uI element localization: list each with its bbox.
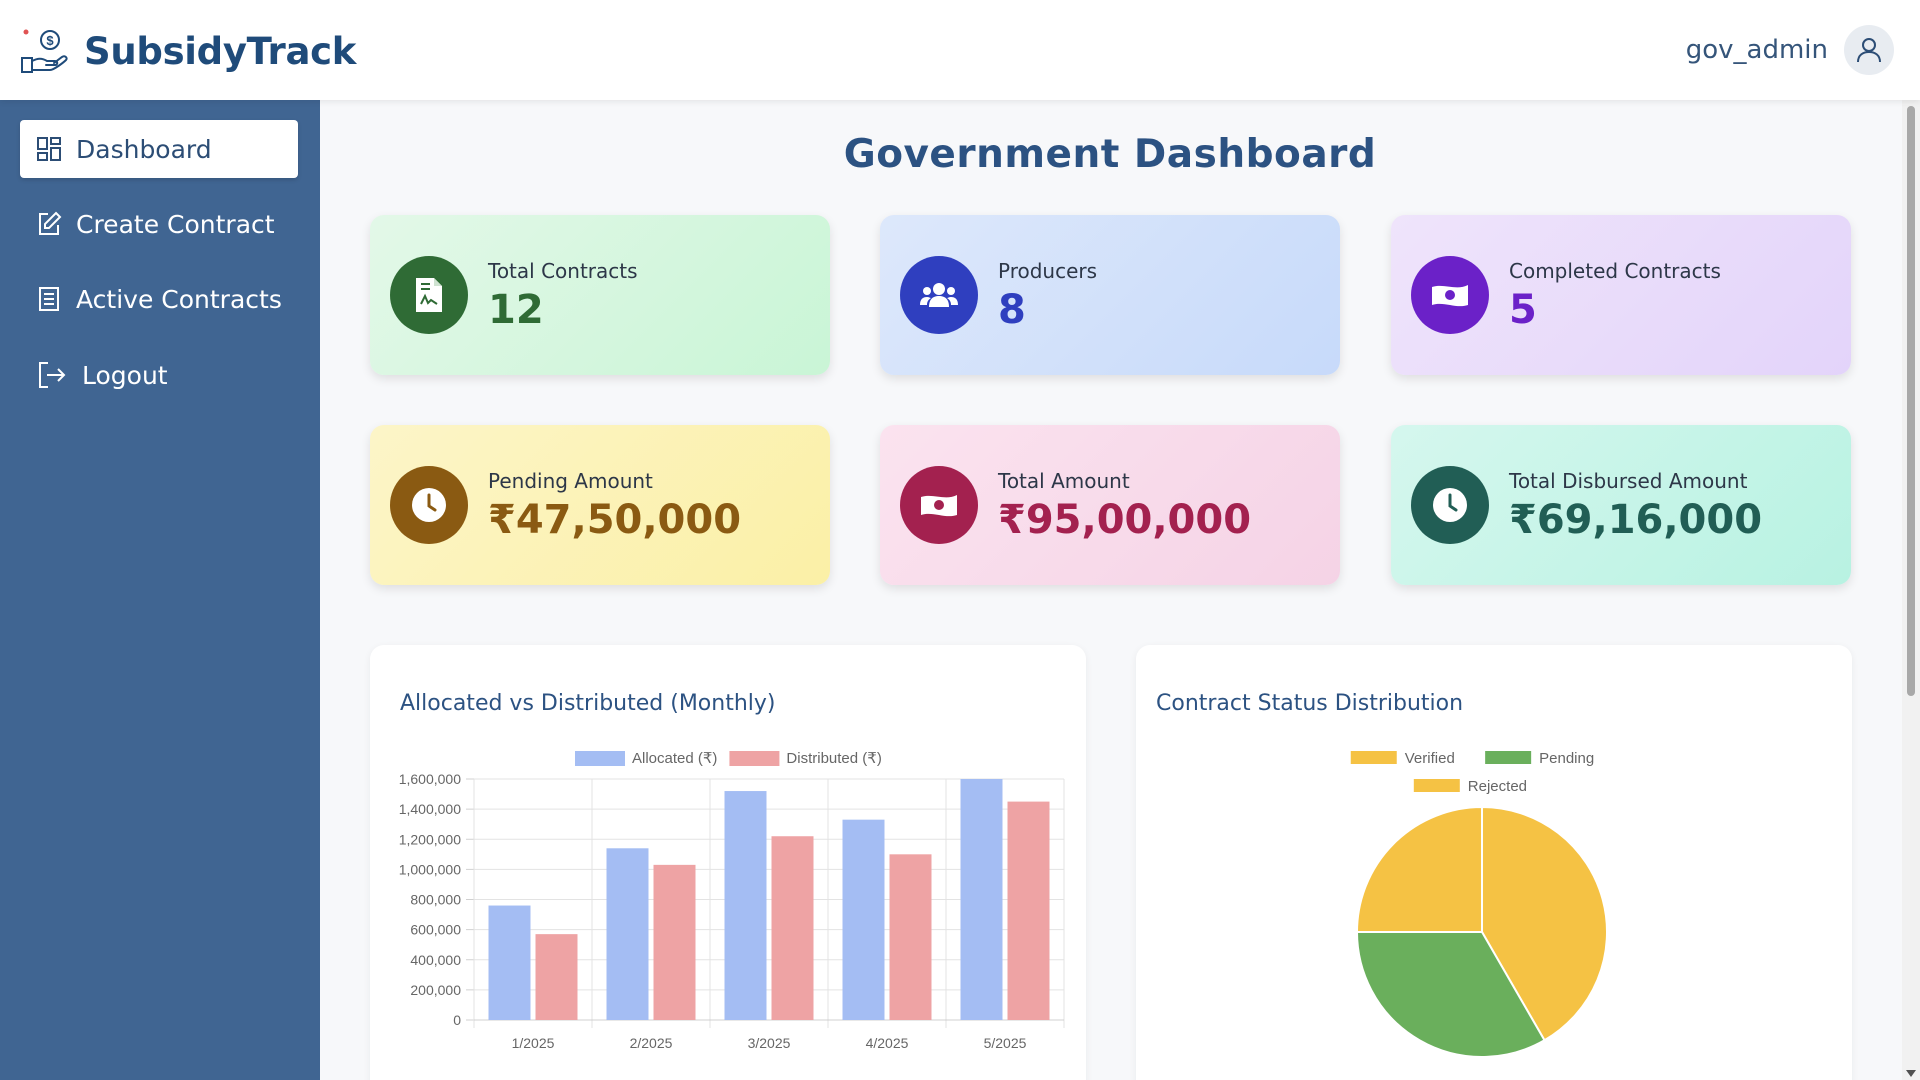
document-list-icon bbox=[39, 287, 59, 311]
stat-value: ₹69,16,000 bbox=[1509, 497, 1763, 543]
money-bill-icon bbox=[900, 466, 978, 544]
bar-distributed bbox=[771, 836, 814, 1020]
bar-allocated bbox=[606, 848, 649, 1020]
y-tick-label: 400,000 bbox=[410, 952, 461, 968]
legend-label: Pending bbox=[1539, 750, 1594, 767]
stat-value: ₹47,50,000 bbox=[488, 497, 742, 543]
x-tick-label: 5/2025 bbox=[984, 1035, 1027, 1051]
edit-icon bbox=[39, 211, 62, 235]
sidebar-item-label: Logout bbox=[82, 360, 168, 390]
bar-distributed bbox=[535, 934, 578, 1020]
stat-card-producers: Producers 8 bbox=[880, 215, 1340, 375]
user-menu[interactable]: gov_admin bbox=[1686, 25, 1894, 75]
money-bill-icon bbox=[1411, 256, 1489, 334]
scrollbar-thumb[interactable] bbox=[1907, 106, 1915, 696]
legend-swatch bbox=[1413, 779, 1460, 792]
clock-icon bbox=[1411, 466, 1489, 544]
bar-chart: Allocated (₹) Distributed (₹) 0 200,000 400,… bbox=[399, 750, 1065, 1051]
stat-card-total-disbursed: Total Disbursed Amount ₹69,16,000 bbox=[1391, 425, 1851, 585]
sidebar-item-label: Dashboard bbox=[76, 134, 212, 164]
top-bar: $ SubsidyTrack gov_admin bbox=[0, 0, 1920, 100]
y-tick-label: 1,000,000 bbox=[399, 861, 461, 877]
app-name: SubsidyTrack bbox=[84, 29, 357, 73]
y-tick-label: 1,600,000 bbox=[399, 771, 461, 787]
page-scrollbar[interactable] bbox=[1902, 100, 1920, 1080]
bar-allocated bbox=[842, 819, 885, 1020]
hand-money-icon: $ bbox=[21, 29, 68, 73]
stat-label: Total Contracts bbox=[488, 259, 638, 283]
sidebar-item-logout[interactable]: Logout bbox=[20, 346, 298, 404]
svg-text:$: $ bbox=[46, 33, 54, 48]
logout-icon bbox=[39, 362, 66, 388]
contract-document-icon bbox=[390, 256, 468, 334]
stat-value: 12 bbox=[488, 287, 544, 333]
y-tick-label: 1,200,000 bbox=[399, 831, 461, 847]
stat-value: 5 bbox=[1509, 287, 1537, 333]
stat-card-total-amount: Total Amount ₹95,00,000 bbox=[880, 425, 1340, 585]
legend-label: Distributed (₹) bbox=[786, 750, 881, 767]
users-icon bbox=[900, 256, 978, 334]
x-tick-label: 3/2025 bbox=[748, 1035, 791, 1051]
main-content: Government Dashboard Total Contracts 12 bbox=[320, 100, 1920, 1080]
sidebar-item-active-contracts[interactable]: Active Contracts bbox=[20, 270, 298, 328]
y-tick-label: 800,000 bbox=[410, 892, 461, 908]
pie-chart: Verified Pending Rejected bbox=[1350, 750, 1608, 1058]
x-tick-label: 1/2025 bbox=[512, 1035, 555, 1051]
x-tick-label: 2/2025 bbox=[630, 1035, 673, 1051]
brand[interactable]: $ SubsidyTrack bbox=[20, 28, 356, 74]
bar-distributed bbox=[653, 864, 696, 1020]
stat-value: 8 bbox=[998, 287, 1026, 333]
stat-card-completed-contracts: Completed Contracts 5 bbox=[1391, 215, 1851, 375]
legend-swatch bbox=[729, 751, 780, 766]
stat-card-pending-amount: Pending Amount ₹47,50,000 bbox=[370, 425, 830, 585]
user-icon bbox=[1857, 38, 1881, 63]
stat-value: ₹95,00,000 bbox=[998, 497, 1252, 543]
y-tick-label: 600,000 bbox=[410, 922, 461, 938]
stat-card-total-contracts: Total Contracts 12 bbox=[370, 215, 830, 375]
x-tick-label: 4/2025 bbox=[866, 1035, 909, 1051]
clock-icon bbox=[390, 466, 468, 544]
legend-swatch bbox=[575, 751, 625, 766]
y-tick-label: 0 bbox=[453, 1012, 461, 1028]
bar-allocated bbox=[724, 791, 767, 1020]
stat-label: Completed Contracts bbox=[1509, 259, 1721, 283]
stat-label: Producers bbox=[998, 259, 1098, 283]
sidebar-item-label: Create Contract bbox=[76, 209, 275, 239]
user-name: gov_admin bbox=[1685, 35, 1828, 65]
legend-label: Rejected bbox=[1468, 778, 1527, 795]
sidebar-item-label: Active Contracts bbox=[76, 284, 282, 314]
grid-icon bbox=[37, 137, 61, 161]
bar-chart-panel: Allocated vs Distributed (Monthly) Alloc… bbox=[370, 645, 1086, 1080]
bar-allocated bbox=[488, 905, 531, 1020]
sidebar-item-create-contract[interactable]: Create Contract bbox=[20, 195, 298, 253]
legend-label: Allocated (₹) bbox=[632, 750, 717, 767]
scroll-down-arrow-icon[interactable] bbox=[1905, 1068, 1917, 1078]
bar-distributed bbox=[889, 854, 932, 1020]
avatar[interactable] bbox=[1844, 25, 1894, 75]
sidebar: Dashboard Create Contract Active Contrac… bbox=[0, 100, 320, 1080]
stat-label: Total Disbursed Amount bbox=[1509, 469, 1748, 493]
legend-swatch bbox=[1350, 751, 1397, 764]
bar-allocated bbox=[960, 779, 1003, 1020]
sidebar-item-dashboard[interactable]: Dashboard bbox=[20, 120, 298, 178]
stat-label: Pending Amount bbox=[488, 469, 653, 493]
page-title: Government Dashboard bbox=[843, 132, 1377, 177]
stat-label: Total Amount bbox=[998, 469, 1130, 493]
pie-chart-panel: Contract Status Distribution Verified Pen… bbox=[1136, 645, 1852, 1080]
pie-slice-rejected bbox=[1355, 805, 1483, 933]
legend-swatch bbox=[1485, 751, 1532, 764]
y-tick-label: 1,400,000 bbox=[399, 801, 461, 817]
y-tick-label: 200,000 bbox=[410, 982, 461, 998]
bar-distributed bbox=[1007, 801, 1050, 1020]
legend-label: Verified bbox=[1405, 750, 1455, 767]
